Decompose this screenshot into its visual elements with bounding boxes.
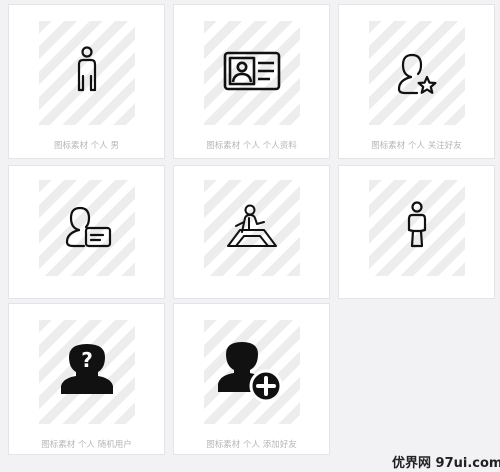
icon-card-person-female[interactable] — [338, 165, 495, 299]
icon-card-random-user[interactable]: ? 图标素材 个人 随机用户 — [8, 303, 165, 455]
icon-card-user-card[interactable] — [8, 165, 165, 299]
card-caption: 图标素材 个人 男 — [54, 141, 119, 151]
person-male-icon — [57, 43, 117, 103]
icon-card-person-male[interactable]: 图标素材 个人 男 — [8, 4, 165, 159]
svg-text:?: ? — [81, 348, 93, 372]
profile-card-icon — [222, 43, 282, 103]
icon-card-follow-friend[interactable]: 图标素材 个人 关注好友 — [338, 4, 495, 159]
presenter-icon — [222, 198, 282, 258]
person-female-icon — [387, 198, 447, 258]
user-card-icon — [57, 198, 117, 258]
icon-card-add-friend[interactable]: 图标素材 个人 添加好友 — [173, 303, 330, 455]
icon-card-presenter[interactable] — [173, 165, 330, 299]
user-question-icon: ? — [57, 342, 117, 402]
card-caption: 图标素材 个人 个人资料 — [206, 141, 297, 151]
card-caption: 图标素材 个人 关注好友 — [371, 141, 462, 151]
card-caption: 图标素材 个人 添加好友 — [206, 440, 297, 450]
card-caption: 图标素材 个人 随机用户 — [41, 440, 132, 450]
user-star-icon — [387, 43, 447, 103]
add-user-icon — [216, 338, 286, 404]
watermark-logo: 优界网 97ui.com — [392, 456, 500, 471]
icon-card-profile[interactable]: 图标素材 个人 个人资料 — [173, 4, 330, 159]
